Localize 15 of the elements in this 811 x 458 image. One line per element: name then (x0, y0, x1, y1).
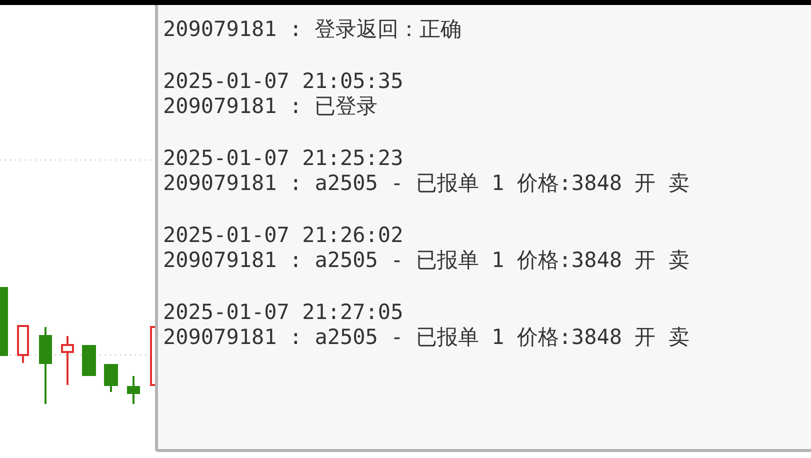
log-message: 209079181 : a2505 - 已报单 1 价格:3848 开 卖 (163, 248, 690, 273)
candlestick (61, 336, 74, 385)
candlestick (0, 287, 8, 356)
log-timestamp: 2025-01-07 21:27:05 (163, 300, 404, 325)
candlestick (17, 325, 29, 363)
candlestick (127, 376, 140, 404)
log-message: 209079181 : a2505 - 已报单 1 价格:3848 开 卖 (163, 171, 690, 196)
candlestick (104, 364, 118, 392)
log-timestamp: 2025-01-07 21:26:02 (163, 223, 404, 248)
log-timestamp: 2025-01-07 21:25:23 (163, 146, 404, 171)
candlestick (82, 345, 96, 376)
log-message: 209079181 : a2505 - 已报单 1 价格:3848 开 卖 (163, 325, 690, 350)
log-timestamp: 2025-01-07 21:05:35 (163, 69, 404, 94)
log-message: 209079181 : 登录返回：正确 (163, 17, 462, 42)
log-message: 209079181 : 已登录 (163, 94, 378, 119)
